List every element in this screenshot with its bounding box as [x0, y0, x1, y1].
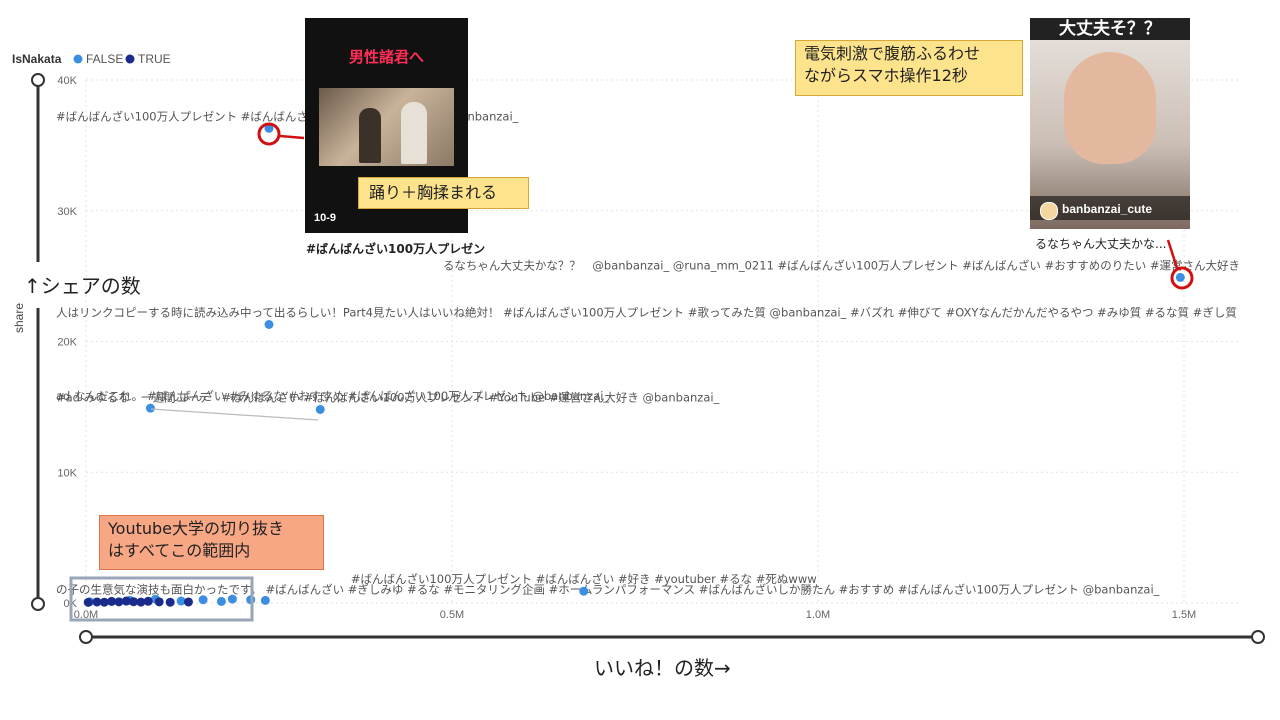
y-axis-slider-handle-bottom[interactable] [31, 597, 45, 611]
x-tick-label: 1.0M [806, 609, 830, 621]
data-point-true[interactable] [183, 597, 193, 607]
data-point-false[interactable] [227, 594, 237, 604]
y-caption: ↑シェアの数 [24, 274, 141, 298]
y-axis-title: share [12, 303, 26, 333]
data-point-true[interactable] [165, 597, 175, 607]
legend-label-false[interactable]: FALSE [86, 52, 123, 66]
avatar [1040, 202, 1058, 220]
x-caption: いいね！の数→ [594, 656, 731, 680]
thumb-2-handle: banbanzai_cute [1062, 202, 1153, 216]
highlight-pointer-1 [279, 134, 305, 140]
thumb-1-corner-label: 10-9 [314, 212, 337, 224]
thumb-2-face [1064, 52, 1156, 164]
callout-electric-abs: 電気刺激で腹筋ふるわせ ながらスマホ操作12秒 [795, 40, 1023, 96]
thumb-1-caption: #ばんばんざい100万人プレゼン [306, 242, 486, 256]
thumb-2-banner: 大丈夫そ？？ [1030, 18, 1190, 40]
video-thumbnail-2[interactable]: 大丈夫そ？？ banbanzai_cute [1030, 18, 1190, 229]
callout-dance: 踊り＋胸揉まれる [358, 177, 529, 209]
data-point-false[interactable] [579, 586, 589, 596]
y-axis-slider-handle-top[interactable] [31, 73, 45, 87]
thumb-1-photo [319, 88, 454, 166]
callout-youtube-range: Youtube大学の切り抜き はすべてこの範囲内 [99, 515, 324, 570]
legend-marker-true [125, 54, 135, 64]
y-tick-label: 10K [57, 467, 77, 479]
point-label: るなちゃん大丈夫かな？？ @banbanzai_ @runa_mm_0211 #… [443, 258, 1240, 272]
data-point-false[interactable] [315, 404, 325, 414]
legend: IsNakata FALSE TRUE [12, 52, 171, 66]
thumb-1-banner: 男性諸君へ [348, 48, 424, 66]
x-axis-slider-handle-left[interactable] [79, 630, 93, 644]
x-axis-slider-handle-right[interactable] [1251, 630, 1265, 644]
legend-marker-false [73, 54, 83, 64]
data-point-true[interactable] [154, 597, 164, 607]
x-tick-label: 0.5M [440, 609, 464, 621]
data-point-false[interactable] [145, 403, 155, 413]
connector-line [150, 408, 319, 421]
data-point-false[interactable] [216, 596, 226, 606]
point-label: ad なんだこれ。 #ばんばんざい #みゆるな #おすすめ #ばんばんざい100… [56, 389, 609, 403]
thumb-2-caption: るなちゃん大丈夫かな... [1035, 237, 1167, 251]
y-axis-ticks: 0K10K20K30K40K [57, 75, 77, 610]
y-tick-label: 20K [57, 337, 77, 349]
point-label: の子の生意気な演技も面白かったです。 #ばんばんざい #ぎしみゆ #るな #モニ… [56, 583, 1160, 597]
data-point-false[interactable] [198, 595, 208, 605]
data-point-true[interactable] [83, 597, 93, 607]
legend-label-true[interactable]: TRUE [138, 52, 171, 66]
legend-title: IsNakata [12, 52, 62, 66]
data-point-false[interactable] [260, 595, 270, 605]
data-point-true[interactable] [143, 596, 153, 606]
point-label: 人はリンクコピーする時に読み込み中って出るらしい！Part4見たい人はいいね絶対… [56, 306, 1237, 320]
data-point-false[interactable] [1175, 272, 1185, 282]
data-point-false[interactable] [264, 320, 274, 330]
y-tick-label: 30K [57, 206, 77, 218]
x-tick-label: 1.5M [1172, 609, 1196, 621]
y-tick-label: 40K [57, 75, 77, 87]
